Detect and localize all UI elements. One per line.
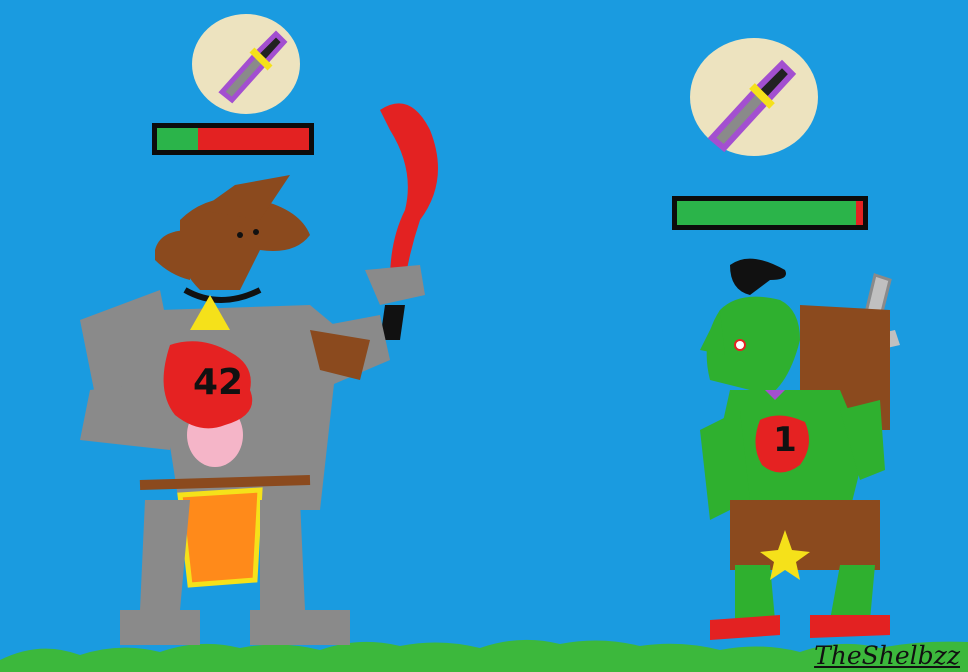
player-hit-splat-value: 42 — [192, 362, 244, 403]
enemy-hit-splat-value: 1 — [773, 420, 797, 460]
player-kobold-warrior — [80, 103, 438, 645]
enemy-health-fill — [677, 201, 856, 225]
enemy-combat-style-badge — [690, 38, 818, 156]
red-scimitar — [380, 103, 438, 280]
artist-signature: TheShelbzz — [814, 641, 960, 670]
enemy-health-bar — [672, 196, 868, 230]
dagger-icon — [707, 59, 797, 153]
enemy-goblin-warrior — [700, 258, 900, 640]
game-scene: 42 1 TheShelbzz — [0, 0, 968, 672]
